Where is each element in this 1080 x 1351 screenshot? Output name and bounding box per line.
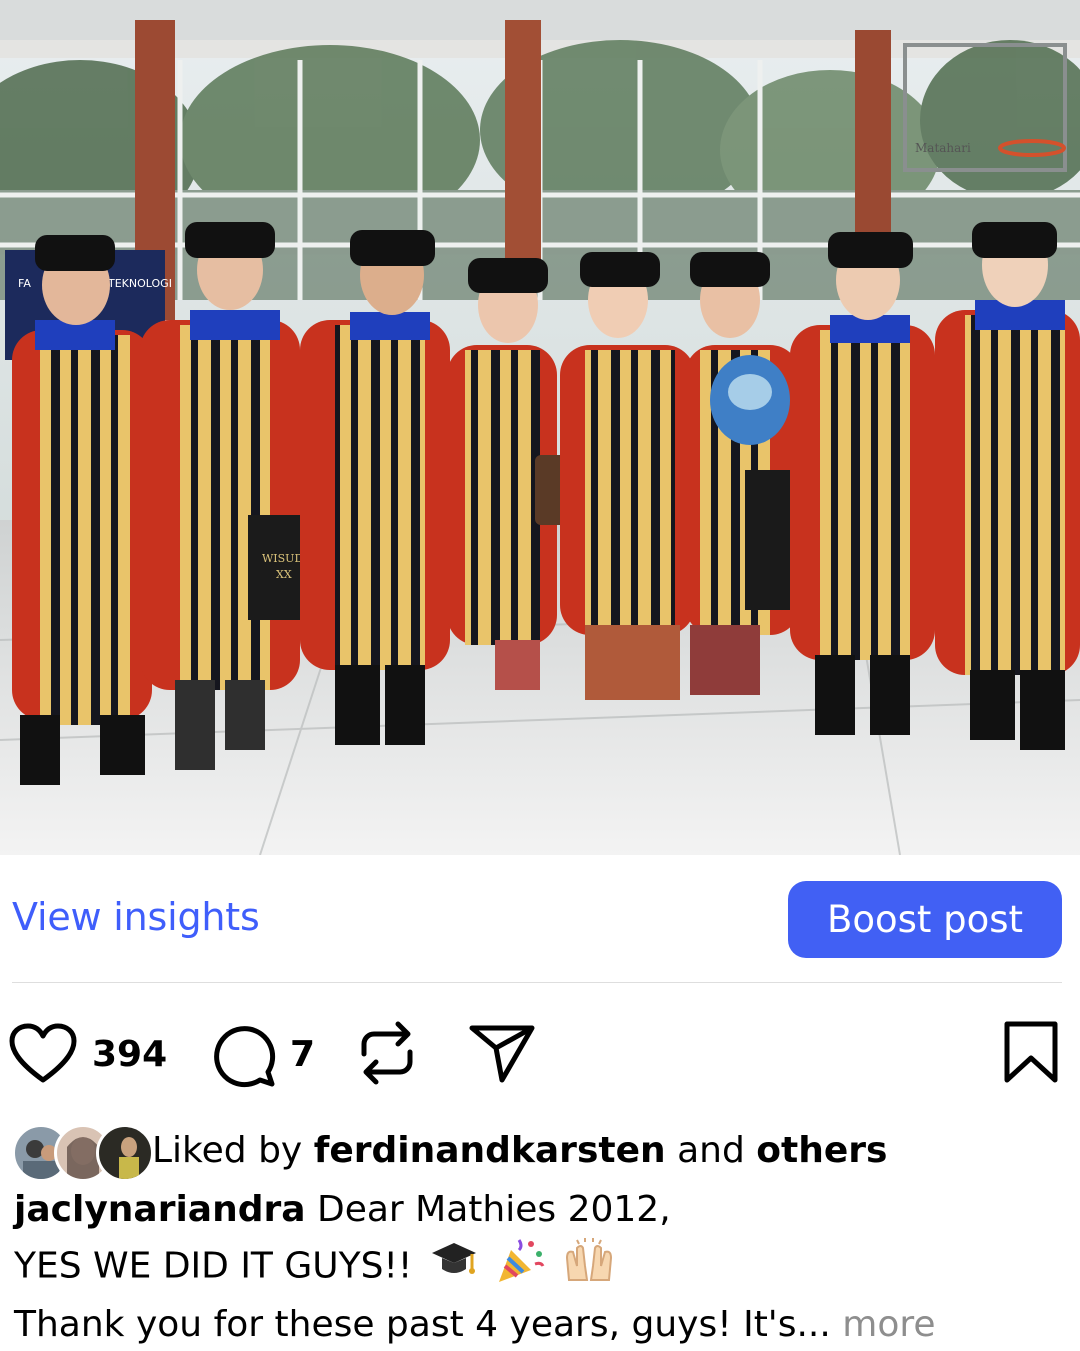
liked-by-row[interactable]: Liked by ferdinandkarsten and others (12, 1122, 1072, 1182)
caption-line-2: YES WE DID IT GUYS!! (14, 1245, 413, 1287)
divider (12, 982, 1062, 983)
liked-by-text: Liked by ferdinandkarsten and others (152, 1130, 887, 1171)
party-popper-emoji (495, 1236, 545, 1299)
caption-username[interactable]: jaclynariandra (14, 1189, 306, 1230)
banner-text-right: TEKNOLOGI (107, 277, 172, 290)
view-insights-link[interactable]: View insights (12, 895, 260, 939)
share-icon[interactable] (468, 1022, 538, 1089)
caption-more-link[interactable]: more (842, 1304, 935, 1345)
insights-row: View insights Boost post (0, 855, 1080, 982)
caption-line-3: Thank you for these past 4 years, guys! … (14, 1304, 831, 1345)
likes-count[interactable]: 394 (92, 1034, 167, 1075)
caption: jaclynariandra Dear Mathies 2012, YES WE… (14, 1184, 1064, 1351)
bag-text-2: XX (276, 568, 292, 581)
avatar (96, 1124, 154, 1182)
graduation-cap-emoji (430, 1239, 478, 1296)
backboard-text: Matahari (915, 141, 971, 155)
comments-count[interactable]: 7 (290, 1034, 315, 1075)
bookmark-icon[interactable] (1002, 1020, 1060, 1089)
repost-icon[interactable] (356, 1020, 418, 1091)
engagement-bar: 394 7 (0, 1010, 1080, 1100)
post-photo[interactable]: Matahari FA TEKNOLOGI WISUDA XX (0, 0, 1080, 855)
liked-by-others[interactable]: others (756, 1130, 887, 1171)
heart-icon[interactable] (8, 1022, 78, 1091)
liker-avatars (12, 1122, 154, 1182)
liked-by-prefix: Liked by (152, 1129, 303, 1171)
banner-text-left: FA (18, 277, 31, 290)
liker-username[interactable]: ferdinandkarsten (314, 1130, 666, 1171)
boost-post-button[interactable]: Boost post (788, 881, 1062, 958)
caption-line-1: Dear Mathies 2012, (317, 1189, 671, 1230)
raising-hands-emoji (563, 1236, 615, 1299)
graduation-group-photo: Matahari FA TEKNOLOGI WISUDA XX (0, 0, 1080, 855)
comment-icon[interactable] (210, 1022, 276, 1093)
liked-by-and: and (677, 1129, 745, 1171)
